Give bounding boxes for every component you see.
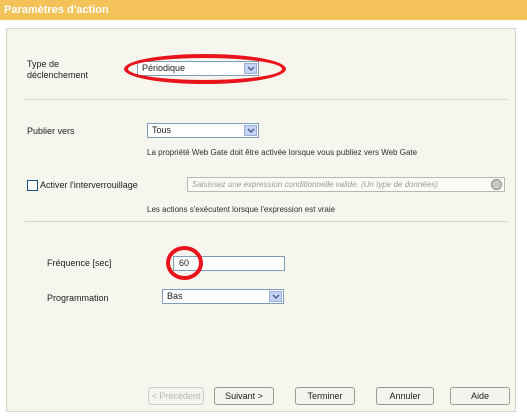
frequency-label: Fréquence [sec] (47, 258, 112, 268)
title-bar: Paramètres d'action (0, 0, 527, 20)
frequency-value: 60 (179, 258, 190, 268)
chevron-down-icon[interactable] (244, 125, 257, 136)
cancel-button[interactable]: Annuler (376, 387, 434, 405)
interlock-expression-placeholder: Saisissez une expression conditionnelle … (192, 180, 438, 189)
interlock-label[interactable]: Activer l'interverrouillage (40, 180, 138, 191)
section-divider (25, 221, 507, 222)
trigger-type-select[interactable]: Périodique (137, 61, 259, 76)
interlock-note: Les actions s'exécutent lorsque l'expres… (147, 205, 336, 214)
publish-select[interactable]: Tous (147, 123, 259, 138)
frequency-input[interactable]: 60 (173, 256, 285, 271)
chevron-down-icon[interactable] (244, 63, 257, 74)
finish-button[interactable]: Terminer (295, 387, 355, 405)
trigger-type-label-line2: déclenchement (27, 70, 89, 80)
publish-label: Publier vers (27, 126, 75, 136)
next-button[interactable]: Suivant > (214, 387, 274, 405)
help-button[interactable]: Aide (450, 387, 510, 405)
schedule-label: Programmation (47, 293, 109, 303)
window-title: Paramètres d'action (4, 4, 109, 16)
schedule-value: Bas (167, 291, 183, 301)
trigger-type-label-line1: Type de (27, 59, 60, 69)
previous-button[interactable]: < Précédent (148, 387, 204, 405)
publish-value: Tous (152, 125, 172, 135)
interlock-checkbox[interactable] (27, 180, 38, 191)
publish-note: La propriété Web Gate doit être activée … (147, 148, 418, 157)
expression-builder-icon[interactable] (491, 179, 502, 190)
trigger-type-value: Périodique (142, 63, 186, 73)
interlock-expression-input[interactable]: Saisissez une expression conditionnelle … (187, 177, 505, 192)
settings-panel: Type de déclenchement Périodique Publier… (6, 28, 516, 412)
schedule-select[interactable]: Bas (162, 289, 284, 304)
chevron-down-icon[interactable] (269, 291, 282, 302)
trigger-type-label: Type de déclenchement (27, 59, 88, 81)
section-divider (25, 99, 507, 100)
